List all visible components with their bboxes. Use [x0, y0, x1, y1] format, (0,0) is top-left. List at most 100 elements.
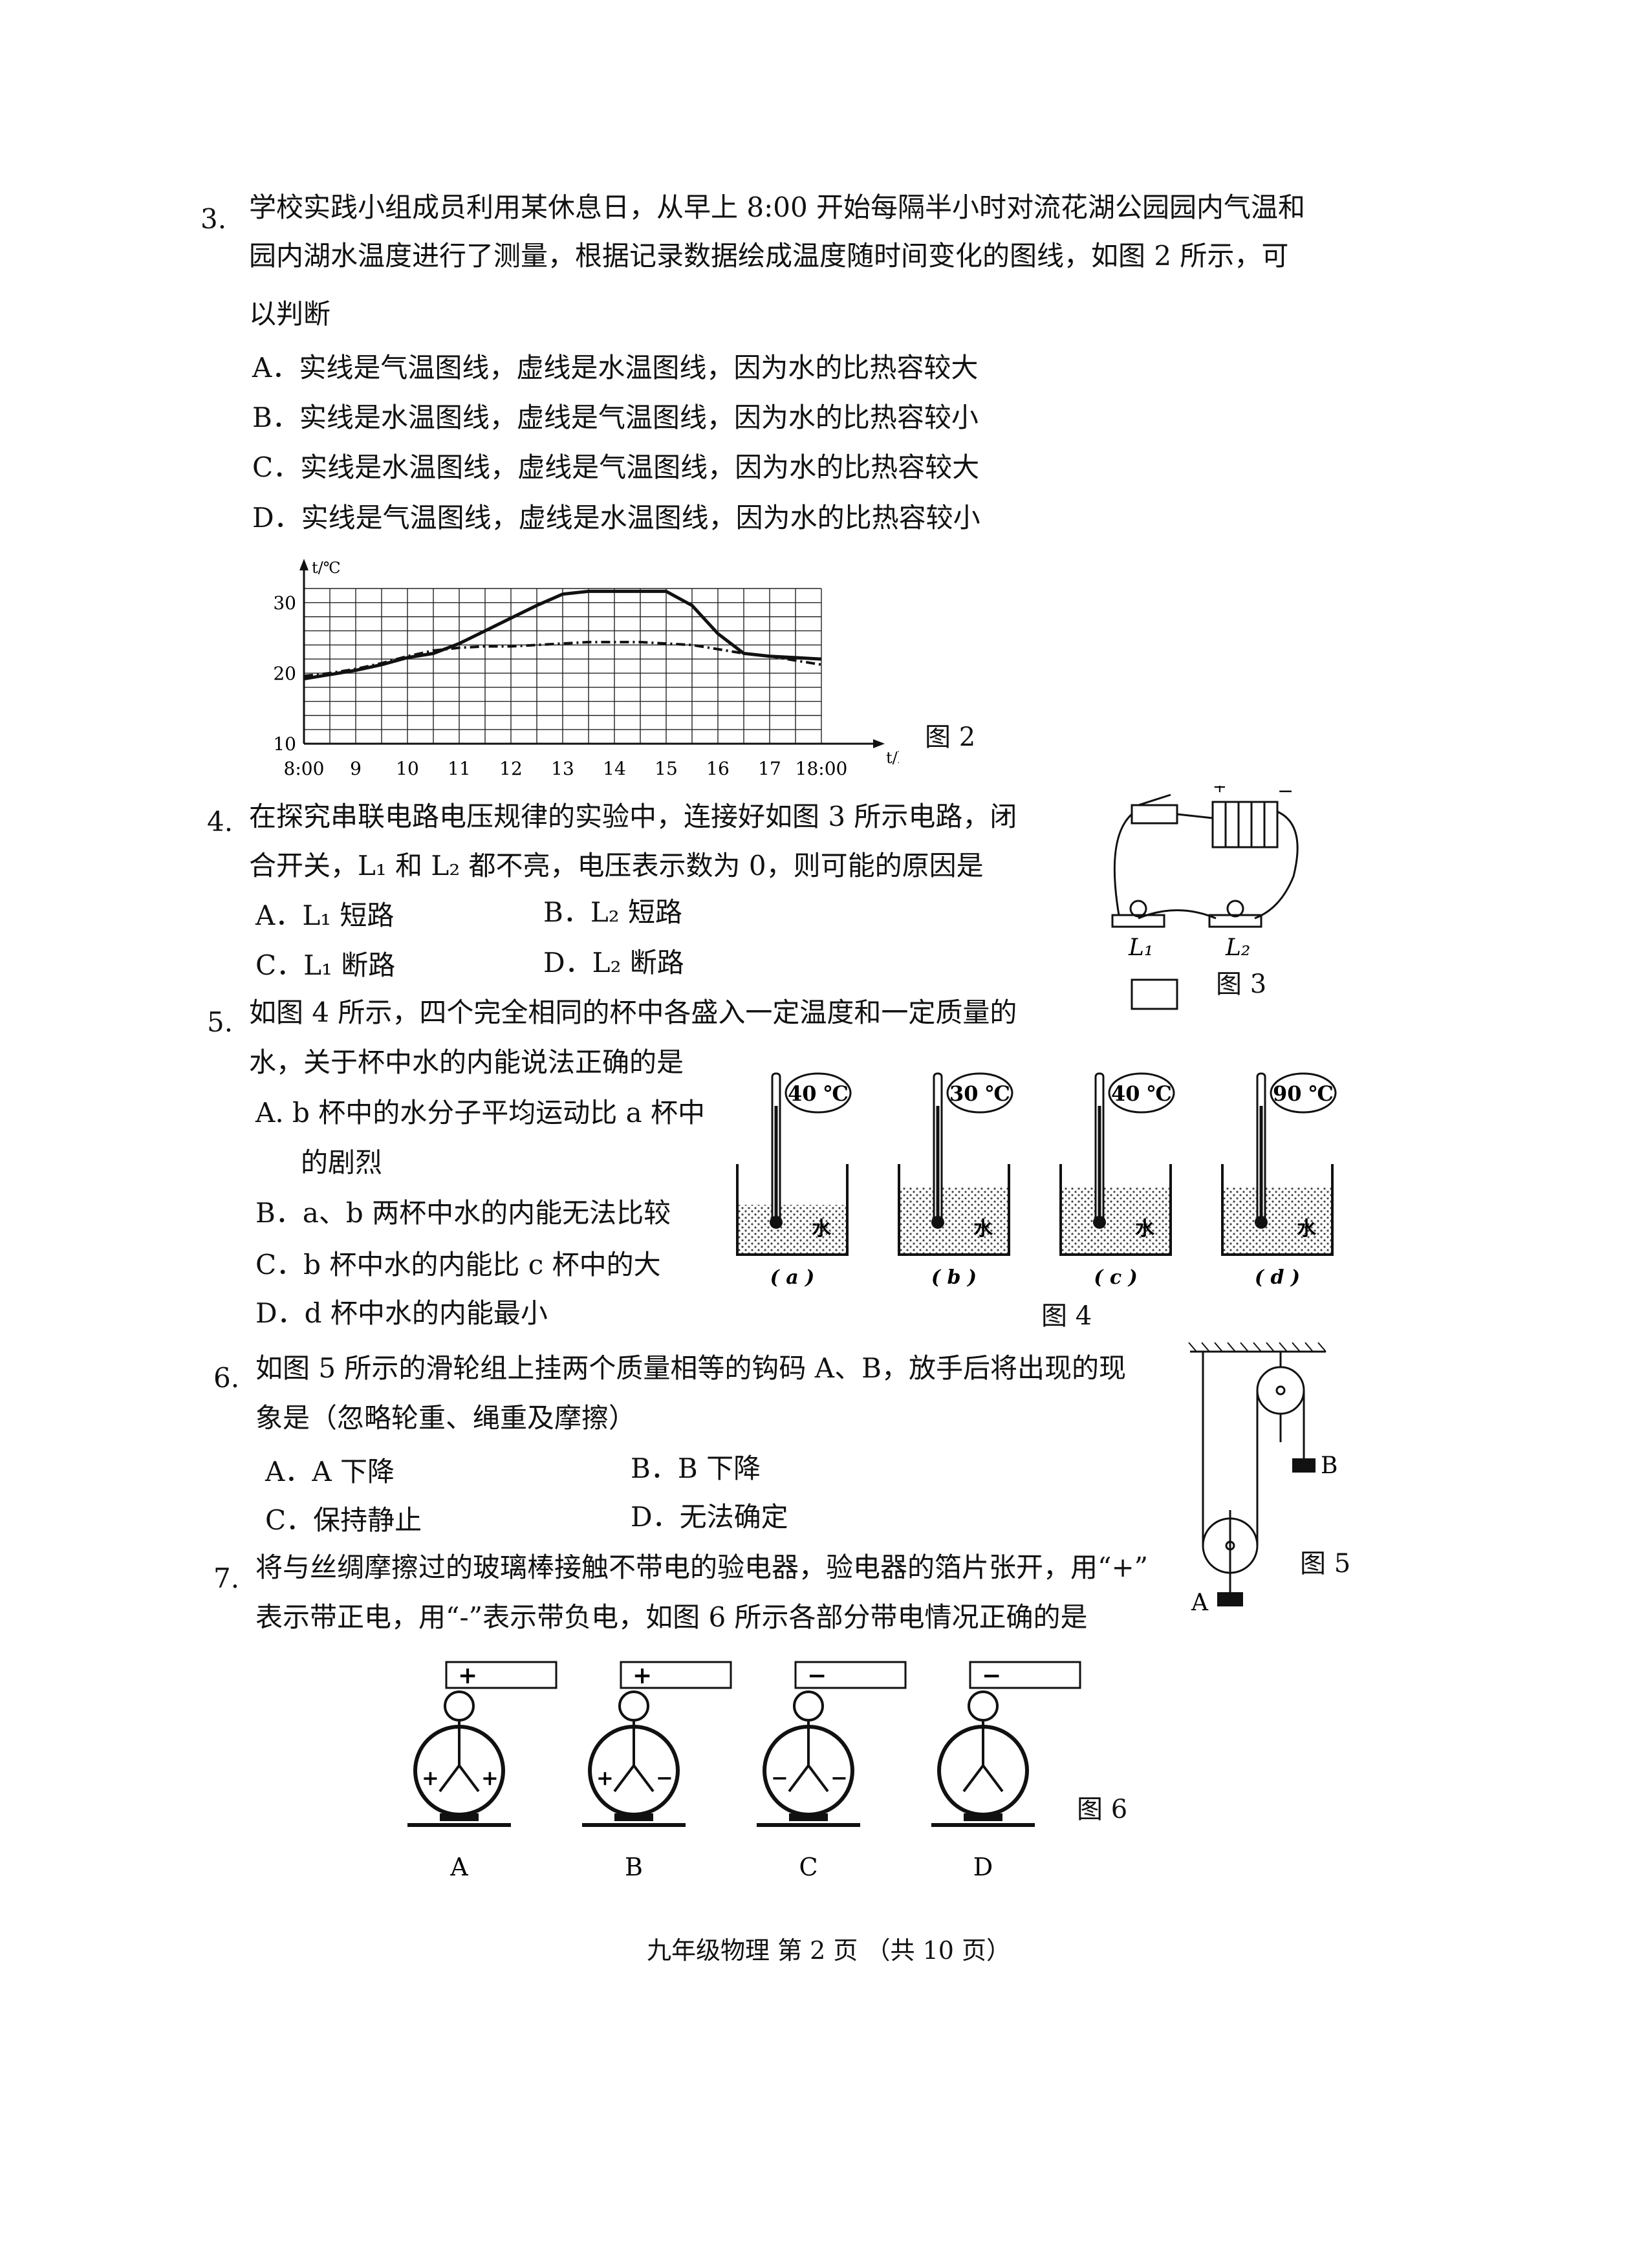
electroscope: + + − B — [582, 1661, 732, 1881]
question-number: 4. — [207, 806, 233, 837]
option-a: A．A 下降 — [265, 1456, 395, 1487]
temperature-label: 40 ℃ — [1111, 1081, 1172, 1106]
option-a: A. b 杯中的水分子平均运动比 a 杯中 — [255, 1097, 706, 1129]
option-c: C．实线是水温图线，虚线是气温图线，因为水的比热容较大 — [252, 451, 980, 483]
leaf-left — [613, 1764, 635, 1793]
leaf-left — [788, 1764, 810, 1793]
x-tick-label: 16 — [706, 758, 730, 779]
y-tick-label: 20 — [273, 663, 296, 684]
y-axis-arrow — [299, 559, 309, 570]
temperature-label: 40 ℃ — [788, 1081, 849, 1106]
top-charge: − — [807, 1662, 827, 1689]
right-charge: − — [656, 1766, 673, 1790]
figure-2-caption: 图 2 — [925, 722, 976, 752]
option-b: B．a、b 两杯中水的内能无法比较 — [255, 1197, 671, 1229]
question-text-line: 如图 4 所示，四个完全相同的杯中各盛入一定温度和一定质量的 — [249, 997, 1017, 1028]
cup: 30 ℃ 水 ( b ) — [898, 1072, 1013, 1287]
option-b: B．L₂ 短路 — [543, 896, 682, 928]
label-a: A — [1191, 1590, 1209, 1610]
label-b: B — [1321, 1453, 1337, 1479]
cup-label: ( c ) — [1094, 1266, 1138, 1287]
cups-figure: 40 ℃ 水 ( a ) 30 ℃ 水 ( b ) 40 ℃ 水 ( c ) 90 ℃ 水 ( d ) — [736, 1072, 1337, 1287]
option-a-continued: 的剧烈 — [301, 1147, 383, 1178]
left-charge: + — [422, 1766, 439, 1790]
voltmeter-icon — [1131, 978, 1178, 1010]
cup-label: ( d ) — [1255, 1266, 1300, 1287]
battery-icon — [1211, 801, 1279, 848]
temperature-chart: t/℃ t/h 8:00 9 10 11 12 13 14 15 16 17 18:00 10 20 30 — [273, 559, 899, 779]
x-tick-label: 8:00 — [284, 758, 325, 779]
left-charge: − — [771, 1766, 788, 1790]
battery-minus-sign: − — [1277, 786, 1294, 803]
electroscope: −D — [931, 1661, 1081, 1881]
page-footer: 九年级物理 第 2 页 （共 10 页） — [647, 1936, 1012, 1965]
option-d: D．d 杯中水的内能最小 — [255, 1297, 548, 1329]
top-charge: + — [458, 1662, 477, 1689]
leaf-right — [807, 1764, 829, 1793]
fixed-pulley-icon — [1256, 1366, 1305, 1415]
x-tick-label: 12 — [499, 758, 523, 779]
label-l1: L₁ — [1128, 934, 1153, 961]
cup: 40 ℃ 水 ( c ) — [1059, 1072, 1175, 1287]
cup: 90 ℃ 水 ( d ) — [1221, 1072, 1337, 1287]
label-l2: L₂ — [1225, 934, 1250, 961]
question-text-line: 表示带正电，用“-”表示带负电，如图 6 所示各部分带电情况正确的是 — [255, 1601, 1088, 1633]
knob-icon — [444, 1690, 475, 1722]
y-tick-label: 30 — [273, 592, 296, 614]
cup: 40 ℃ 水 ( a ) — [736, 1072, 852, 1287]
weight-a-icon — [1217, 1592, 1243, 1606]
option-d: D．实线是气温图线，虚线是水温图线，因为水的比热容较小 — [252, 502, 980, 534]
question-text-line: 学校实践小组成员利用某休息日，从早上 8:00 开始每隔半小时对流花湖公园园内气… — [249, 191, 1306, 223]
water-label: 水 — [1297, 1218, 1317, 1240]
x-tick-label: 18:00 — [796, 758, 848, 779]
x-tick-label: 13 — [551, 758, 574, 779]
figure-4-caption: 图 4 — [1041, 1301, 1092, 1331]
question-number: 6. — [213, 1362, 240, 1394]
question-text-line: 以判断 — [249, 298, 331, 330]
knob-icon — [618, 1690, 649, 1722]
top-charge: + — [633, 1662, 652, 1689]
option-d: D．L₂ 断路 — [543, 947, 684, 978]
option-a: A．L₁ 短路 — [255, 900, 395, 931]
x-tick-label: 10 — [396, 758, 419, 779]
x-axis-label: t/h — [886, 749, 899, 767]
leaf-left — [439, 1764, 460, 1793]
option-label: A — [449, 1853, 468, 1881]
option-b: B．B 下降 — [631, 1453, 761, 1484]
y-axis-label: t/℃ — [312, 559, 341, 577]
left-charge: + — [596, 1766, 614, 1790]
water-label: 水 — [1135, 1218, 1155, 1240]
right-charge: − — [830, 1766, 848, 1790]
figure-6-caption: 图 6 — [1077, 1795, 1128, 1824]
electroscopes-figure: ++ +A++ −B−− −C−D — [407, 1661, 1081, 1881]
x-axis-arrow — [873, 739, 885, 748]
question-text-line: 如图 5 所示的滑轮组上挂两个质量相等的钩码 A、B，放手后将出现的现 — [255, 1352, 1126, 1384]
option-label: D — [973, 1853, 993, 1881]
option-c: C．保持静止 — [265, 1504, 422, 1536]
option-c: C．b 杯中水的内能比 c 杯中的大 — [255, 1249, 661, 1280]
knob-icon — [968, 1690, 999, 1722]
electroscope: + + + A — [407, 1661, 558, 1881]
temperature-label: 90 ℃ — [1273, 1081, 1334, 1106]
option-b: B．实线是水温图线，虚线是气温图线，因为水的比热容较小 — [252, 402, 979, 433]
x-tick-label: 15 — [655, 758, 678, 779]
x-tick-label: 9 — [350, 758, 362, 779]
leaf-right — [458, 1764, 480, 1793]
option-label: C — [799, 1853, 817, 1881]
question-number: 7. — [213, 1562, 240, 1594]
switch-icon — [1131, 804, 1178, 825]
option-c: C．L₁ 断路 — [255, 949, 396, 981]
question-number: 3. — [200, 203, 227, 235]
cup-label: ( b ) — [931, 1266, 977, 1287]
question-number: 5. — [207, 1006, 233, 1038]
temperature-label: 30 ℃ — [949, 1081, 1010, 1106]
top-charge: − — [982, 1662, 1001, 1689]
question-text-line: 象是（忽略轮重、绳重及摩擦） — [255, 1402, 636, 1434]
cup-label: ( a ) — [770, 1266, 815, 1287]
pulley-figure: B A — [1188, 1342, 1337, 1610]
weight-b-icon — [1292, 1458, 1316, 1473]
battery-plus-sign: + — [1213, 786, 1227, 797]
water-label: 水 — [973, 1218, 993, 1240]
water-label: 水 — [812, 1218, 832, 1240]
question-text-line: 水，关于杯中水的内能说法正确的是 — [249, 1046, 684, 1078]
